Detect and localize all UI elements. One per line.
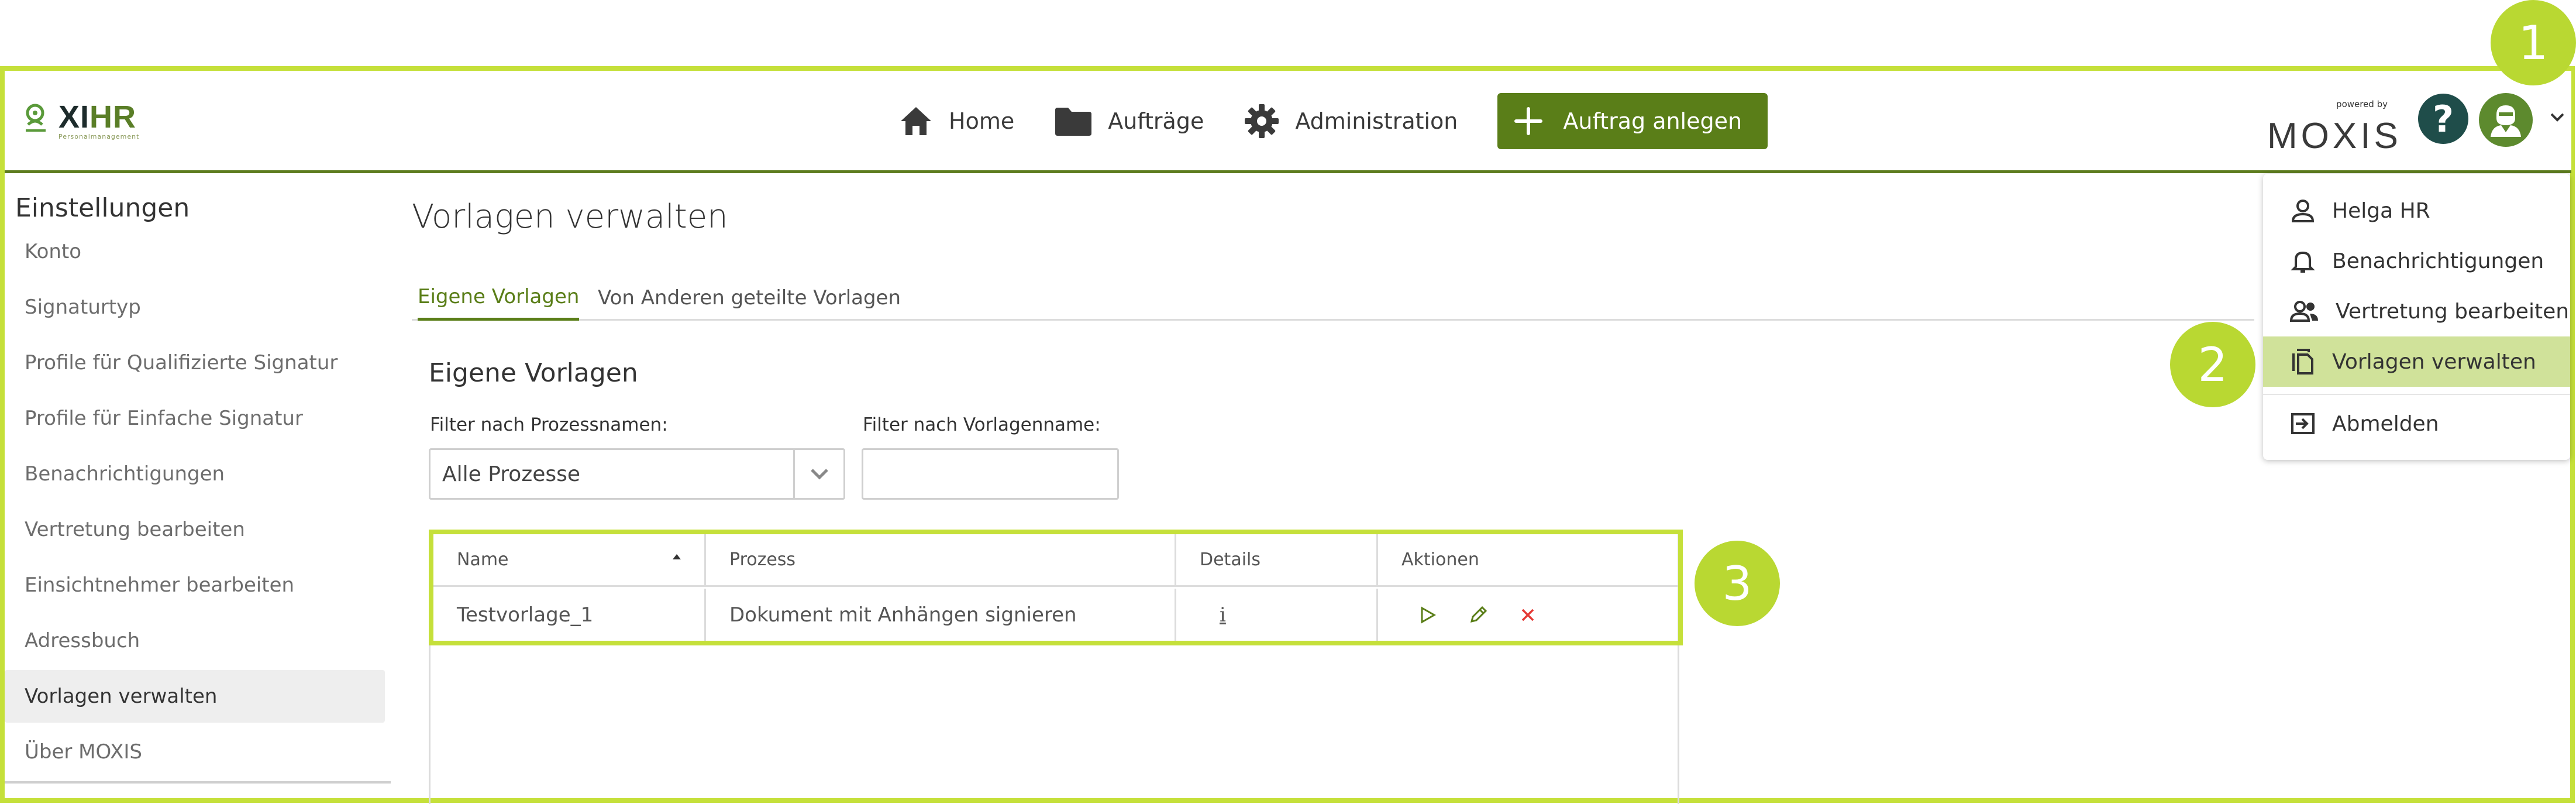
- template-name-filter-input[interactable]: [862, 448, 1119, 500]
- menu-item-logout[interactable]: Abmelden: [2263, 398, 2570, 449]
- plus-icon: [1514, 107, 1543, 135]
- sidebar-item-viewers[interactable]: Einsichtnehmer bearbeiten: [5, 559, 385, 611]
- sidebar-item-notifications[interactable]: Benachrichtigungen: [5, 448, 385, 500]
- user-avatar-button[interactable]: [2479, 93, 2533, 147]
- menu-item-profile-label: Helga HR: [2332, 198, 2430, 223]
- nav-auftraege-label: Aufträge: [1108, 108, 1204, 134]
- menu-item-templates-label: Vorlagen verwalten: [2332, 349, 2536, 374]
- table-highlight-frame: [429, 530, 1683, 645]
- sidebar-title: Einstellungen: [15, 193, 190, 223]
- help-button[interactable]: ?: [2418, 94, 2468, 144]
- logo-text-main: XI: [58, 99, 90, 135]
- menu-item-logout-label: Abmelden: [2332, 411, 2439, 436]
- person-icon: [2291, 200, 2315, 222]
- create-order-label: Auftrag anlegen: [1563, 108, 1742, 134]
- menu-item-notifications-label: Benachrichtigungen: [2332, 249, 2544, 273]
- help-label: ?: [2433, 97, 2454, 140]
- app-logo[interactable]: XIHR Personalmanagement: [22, 101, 139, 148]
- user-avatar-icon: [2491, 105, 2521, 137]
- menu-item-profile[interactable]: Helga HR: [2263, 185, 2570, 236]
- logo-text-accent: HR: [89, 99, 137, 135]
- annotation-badge-2: 2: [2170, 322, 2255, 407]
- folder-icon: [1055, 108, 1092, 136]
- nav-home-label: Home: [949, 108, 1015, 134]
- settings-sidebar: Einstellungen Konto Signaturtyp Profile …: [5, 176, 391, 784]
- chevron-down-icon[interactable]: [2549, 112, 2565, 122]
- page-title: Vorlagen verwalten: [412, 198, 728, 236]
- tab-own-templates[interactable]: Eigene Vorlagen: [418, 275, 580, 321]
- nav-administration-label: Administration: [1295, 108, 1458, 134]
- nav-administration[interactable]: Administration: [1244, 103, 1458, 139]
- moxis-logo-text: MOXIS: [2267, 116, 2402, 156]
- section-title: Eigene Vorlagen: [429, 358, 638, 388]
- bell-icon: [2291, 251, 2315, 273]
- people-icon: [2290, 301, 2318, 322]
- annotation-badge-3: 3: [1695, 541, 1780, 626]
- sidebar-item-konto[interactable]: Konto: [5, 225, 385, 278]
- powered-by-text: powered by: [2336, 99, 2388, 109]
- menu-item-templates[interactable]: Vorlagen verwalten: [2263, 336, 2570, 387]
- sidebar-item-qualified-signature[interactable]: Profile für Qualifizierte Signatur: [5, 336, 385, 389]
- chevron-down-icon: [810, 469, 828, 480]
- home-icon: [901, 107, 931, 135]
- create-order-button[interactable]: Auftrag anlegen: [1497, 93, 1768, 149]
- user-dropdown-menu: Helga HR Benachrichtigungen Vertretung b…: [2263, 174, 2570, 460]
- menu-divider: [2263, 394, 2570, 395]
- process-filter-select[interactable]: Alle Prozesse: [429, 448, 845, 500]
- select-arrow[interactable]: [793, 450, 843, 498]
- sidebar-item-signaturtyp[interactable]: Signaturtyp: [5, 281, 385, 334]
- logo-subtitle: Personalmanagement: [58, 133, 140, 140]
- tab-shared-templates[interactable]: Von Anderen geteilte Vorlagen: [598, 275, 901, 321]
- sidebar-item-templates[interactable]: Vorlagen verwalten: [5, 670, 385, 723]
- menu-item-substitution[interactable]: Vertretung bearbeiten: [2263, 286, 2570, 336]
- sidebar-item-substitution[interactable]: Vertretung bearbeiten: [5, 503, 385, 556]
- logout-icon: [2291, 413, 2315, 434]
- copy-icon: [2292, 349, 2313, 374]
- template-tabs: Eigene Vorlagen Von Anderen geteilte Vor…: [412, 275, 2254, 321]
- nav-home[interactable]: Home: [898, 105, 1014, 138]
- sidebar-divider: [5, 781, 391, 784]
- menu-item-substitution-label: Vertretung bearbeiten: [2336, 299, 2570, 324]
- process-filter-label: Filter nach Prozessnamen:: [430, 414, 668, 435]
- sidebar-item-address-book[interactable]: Adressbuch: [5, 614, 385, 667]
- moxis-brand: powered by MOXIS: [2267, 99, 2398, 156]
- gear-icon: [1245, 104, 1279, 138]
- sidebar-item-simple-signature[interactable]: Profile für Einfache Signatur: [5, 392, 385, 445]
- sidebar-item-about[interactable]: Über MOXIS: [5, 726, 385, 778]
- template-filter-label: Filter nach Vorlagenname:: [863, 414, 1101, 435]
- annotation-badge-1: 1: [2491, 0, 2576, 85]
- main-navigation: Home Aufträge Administration Auftrag anl…: [898, 92, 1768, 150]
- menu-item-notifications[interactable]: Benachrichtigungen: [2263, 236, 2570, 286]
- logo-pin-icon: [26, 104, 46, 132]
- nav-auftraege[interactable]: Aufträge: [1054, 105, 1204, 137]
- top-navigation-bar: XIHR Personalmanagement Home Aufträge Ad…: [5, 71, 2571, 173]
- process-filter-value: Alle Prozesse: [442, 462, 581, 486]
